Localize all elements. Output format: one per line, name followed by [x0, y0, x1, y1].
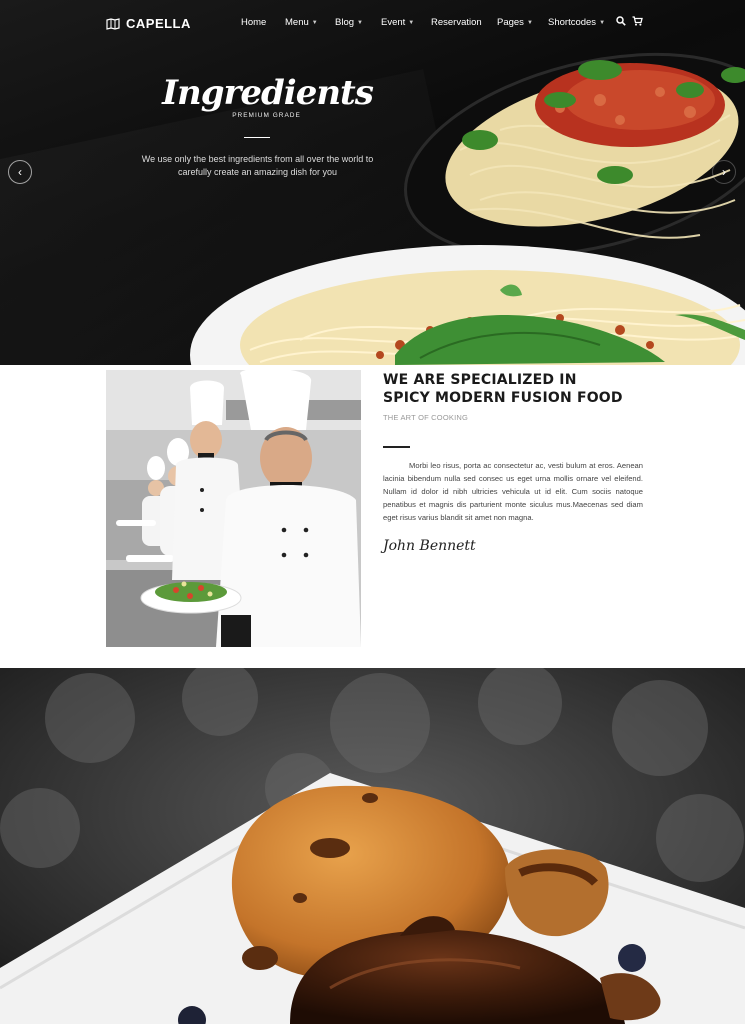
nav-label: Shortcodes [548, 17, 597, 28]
main-navigation: CAPELLA Home Menu ▼ Blog ▼ Event ▼ Reser… [0, 0, 745, 48]
chevron-down-icon: ▼ [599, 19, 606, 26]
chevron-down-icon: ▼ [311, 19, 318, 26]
nav-icons [616, 16, 643, 26]
about-section: WE ARE SPECIALIZED IN SPICY MODERN FUSIO… [0, 365, 745, 668]
nav-menu: Home Menu ▼ Blog ▼ Event ▼ Reservation P… [241, 17, 614, 28]
dessert-section [0, 668, 745, 1024]
slide-caption: Ingredients PREMIUM GRADE We use only th… [140, 76, 375, 179]
slide-divider [244, 137, 270, 138]
nav-item-blog[interactable]: Blog ▼ [335, 17, 381, 28]
slider-next-button[interactable]: › [712, 160, 736, 184]
nav-item-event[interactable]: Event ▼ [381, 17, 431, 28]
chevron-down-icon: ▼ [408, 19, 415, 26]
slide-subtitle: PREMIUM GRADE [232, 112, 301, 119]
nav-label: Pages [497, 17, 524, 28]
chevron-right-icon: › [722, 165, 726, 179]
nav-label: Home [241, 17, 267, 28]
map-icon [106, 17, 120, 30]
slide-title: Ingredients [162, 73, 374, 113]
brand-logo[interactable]: CAPELLA [106, 16, 191, 31]
about-title-line1: WE ARE SPECIALIZED IN [383, 372, 577, 388]
slider-prev-button[interactable]: ‹ [8, 160, 32, 184]
about-divider [383, 446, 410, 448]
about-title-line2: SPICY MODERN FUSION FOOD [383, 390, 623, 406]
search-icon[interactable] [616, 16, 626, 26]
chevron-down-icon: ▼ [357, 19, 363, 26]
hero-slider: CAPELLA Home Menu ▼ Blog ▼ Event ▼ Reser… [0, 0, 745, 365]
about-subtitle: THE ART OF COOKING [383, 413, 469, 422]
brand-name: CAPELLA [126, 16, 191, 31]
nav-item-pages[interactable]: Pages ▼ [497, 17, 548, 28]
cart-icon[interactable] [632, 16, 643, 26]
nav-label: Event [381, 17, 406, 28]
chefs-photo [106, 370, 361, 647]
about-paragraph: Morbi leo risus, porta ac consectetur ac… [383, 461, 643, 522]
nav-item-shortcodes[interactable]: Shortcodes ▼ [548, 17, 614, 28]
dessert-image [0, 668, 745, 1024]
about-content: WE ARE SPECIALIZED IN SPICY MODERN FUSIO… [383, 371, 643, 554]
nav-label: Blog [335, 17, 355, 28]
about-title: WE ARE SPECIALIZED IN SPICY MODERN FUSIO… [383, 371, 643, 407]
chevron-down-icon: ▼ [526, 19, 533, 26]
nav-item-menu[interactable]: Menu ▼ [285, 17, 335, 28]
nav-label: Menu [285, 17, 309, 28]
signature: John Bennett [383, 538, 476, 554]
chevron-left-icon: ‹ [18, 165, 22, 179]
nav-item-reservation[interactable]: Reservation [431, 17, 497, 28]
pasta-dishes-image [190, 52, 745, 365]
slide-description: We use only the best ingredients from al… [141, 154, 374, 177]
nav-item-home[interactable]: Home [241, 17, 285, 28]
nav-label: Reservation [431, 17, 482, 28]
